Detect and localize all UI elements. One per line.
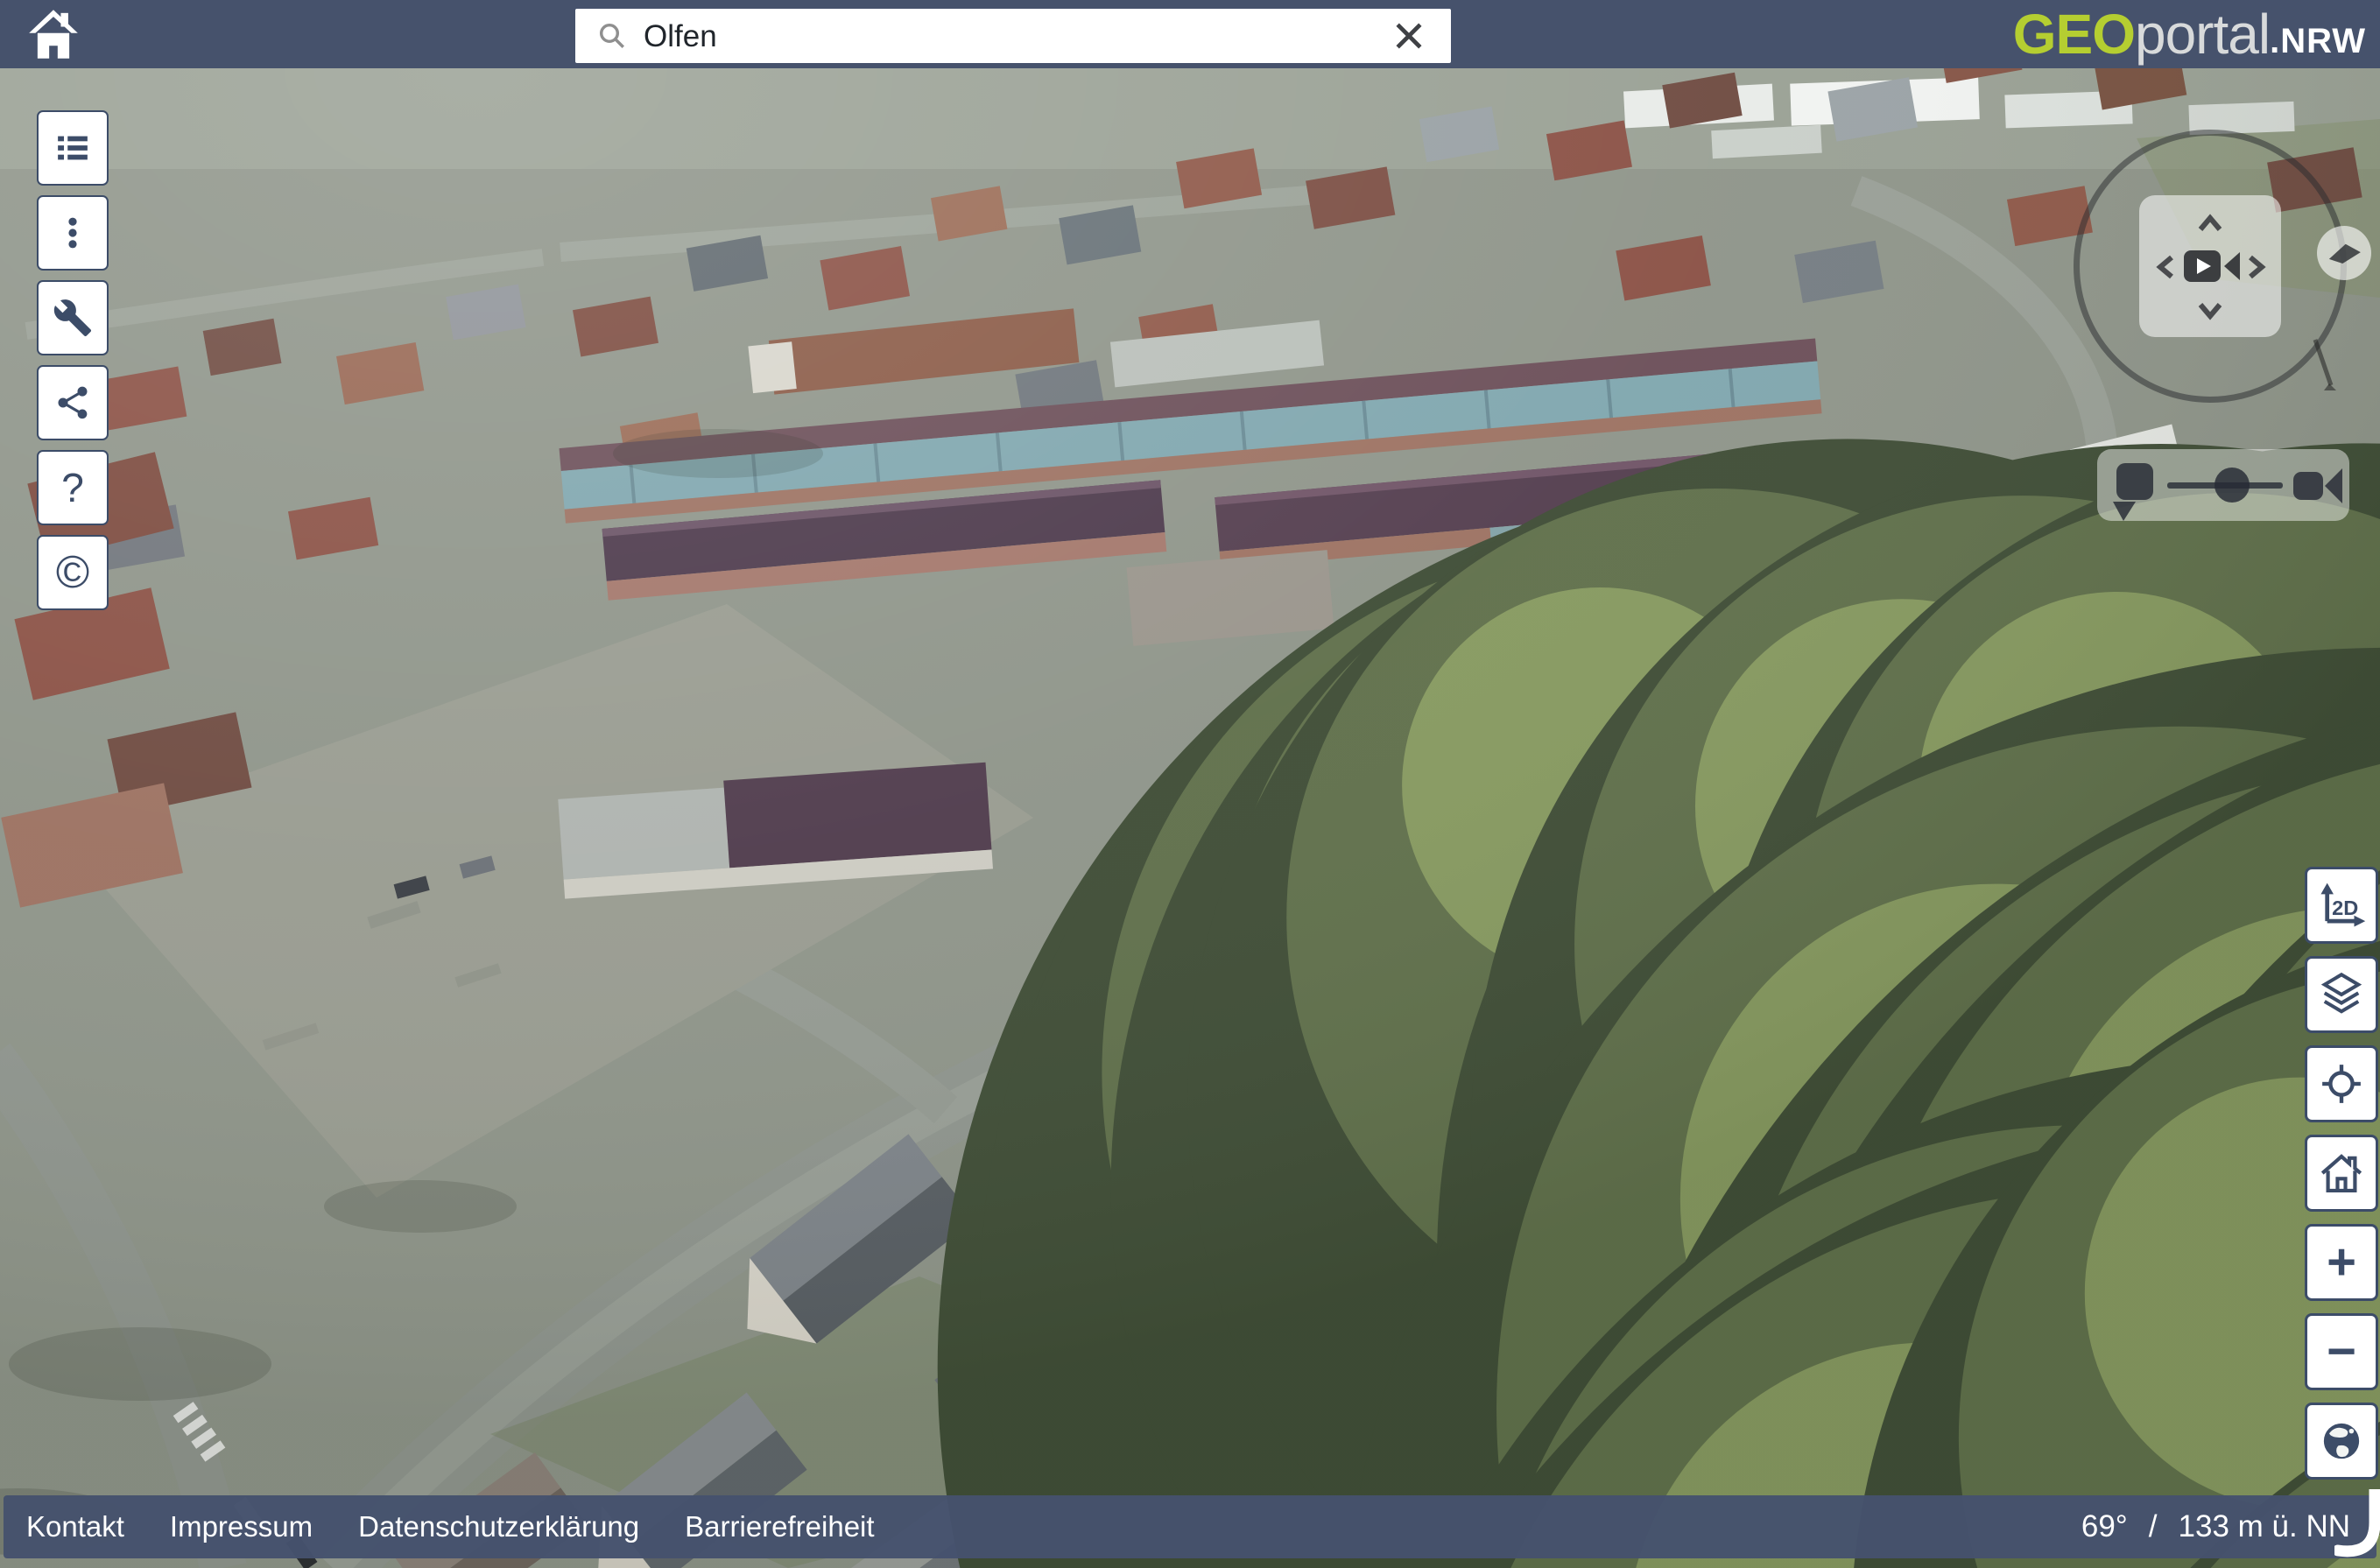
2d-axes-icon: 2D	[2316, 880, 2367, 931]
search-icon	[596, 20, 628, 52]
pan-down-arrow[interactable]	[2193, 294, 2227, 327]
search-box	[575, 9, 1451, 63]
footer-link-datenschutz[interactable]: Datenschutzerklärung	[358, 1510, 639, 1543]
geoportal-logo: GEOportal.NRW	[2013, 2, 2366, 67]
search-input[interactable]	[642, 9, 1372, 65]
pan-up-arrow[interactable]	[2193, 207, 2227, 240]
zoom-slider-max-icon	[2293, 468, 2342, 503]
wrench-icon	[53, 298, 93, 338]
copyright-label: ©	[56, 550, 89, 595]
switch-2d-button[interactable]: 2D	[2305, 867, 2378, 944]
zoom-out-label: −	[2327, 1326, 2356, 1377]
home-outline-icon	[2316, 1148, 2367, 1199]
svg-text:2D: 2D	[2332, 897, 2358, 919]
layers-icon	[2317, 970, 2366, 1019]
layers-button[interactable]	[2305, 956, 2378, 1033]
list-icon	[53, 128, 93, 168]
search-clear-button[interactable]	[1390, 17, 1428, 55]
zoom-slider-knob[interactable]	[2215, 468, 2250, 503]
camera-mode-icon[interactable]	[2177, 247, 2243, 285]
camera-status: 69° / 133 m ü. NN	[2081, 1509, 2376, 1544]
zoom-in-button[interactable]: +	[2305, 1224, 2378, 1301]
camera-zoom-slider	[2097, 449, 2349, 521]
tilt-view-toggle[interactable]	[2317, 226, 2371, 280]
sidebar-item-layer-list[interactable]	[37, 110, 109, 186]
logo-portal: portal	[2135, 2, 2270, 67]
close-icon	[1390, 17, 1428, 55]
status-separator: /	[2149, 1509, 2158, 1544]
map-3d-scene	[0, 68, 2380, 1568]
compass-needle	[2294, 334, 2347, 396]
zoom-slider-min-icon[interactable]	[2116, 463, 2153, 500]
zoom-slider-min-pointer-icon	[2111, 502, 2137, 523]
tilt-plane-icon	[2323, 232, 2365, 274]
zoom-out-button[interactable]: −	[2305, 1313, 2378, 1390]
sidebar-item-share[interactable]	[37, 365, 109, 440]
share-icon	[53, 383, 92, 422]
camera-tilt-value: 69°	[2081, 1509, 2128, 1544]
status-bar: Kontakt Impressum Datenschutzerklärung B…	[4, 1495, 2376, 1558]
home-extent-button[interactable]	[2305, 1135, 2378, 1212]
sidebar-item-help[interactable]: ?	[37, 450, 109, 525]
logo-nrw: .NRW	[2270, 22, 2366, 61]
logo-geo: GEO	[2013, 2, 2135, 67]
home-icon	[28, 7, 79, 61]
footer-link-kontakt[interactable]: Kontakt	[26, 1510, 124, 1543]
footer-link-barrierefreiheit[interactable]: Barrierefreiheit	[685, 1510, 874, 1543]
kebab-icon	[53, 214, 92, 252]
footer-link-impressum[interactable]: Impressum	[170, 1510, 313, 1543]
map-light-wash	[0, 68, 2380, 1568]
map-viewport[interactable]	[0, 68, 2380, 1568]
locate-icon	[2317, 1059, 2366, 1108]
globe-icon	[2317, 1417, 2366, 1466]
top-bar: GEOportal.NRW	[0, 0, 2380, 68]
help-label: ?	[61, 468, 84, 508]
zoom-in-label: +	[2327, 1237, 2356, 1288]
pan-right-arrow[interactable]	[2240, 250, 2273, 284]
footer-links: Kontakt Impressum Datenschutzerklärung B…	[4, 1510, 875, 1543]
sidebar-item-more-options[interactable]	[37, 195, 109, 271]
sidebar-item-tools[interactable]	[37, 280, 109, 355]
home-button[interactable]	[25, 7, 82, 61]
globe-view-button[interactable]	[2305, 1403, 2378, 1480]
locate-me-button[interactable]	[2305, 1045, 2378, 1122]
sidebar-item-copyright[interactable]: ©	[37, 535, 109, 610]
corner-glyph	[2334, 1489, 2380, 1563]
elevation-value: 133 m ü. NN	[2179, 1509, 2350, 1544]
